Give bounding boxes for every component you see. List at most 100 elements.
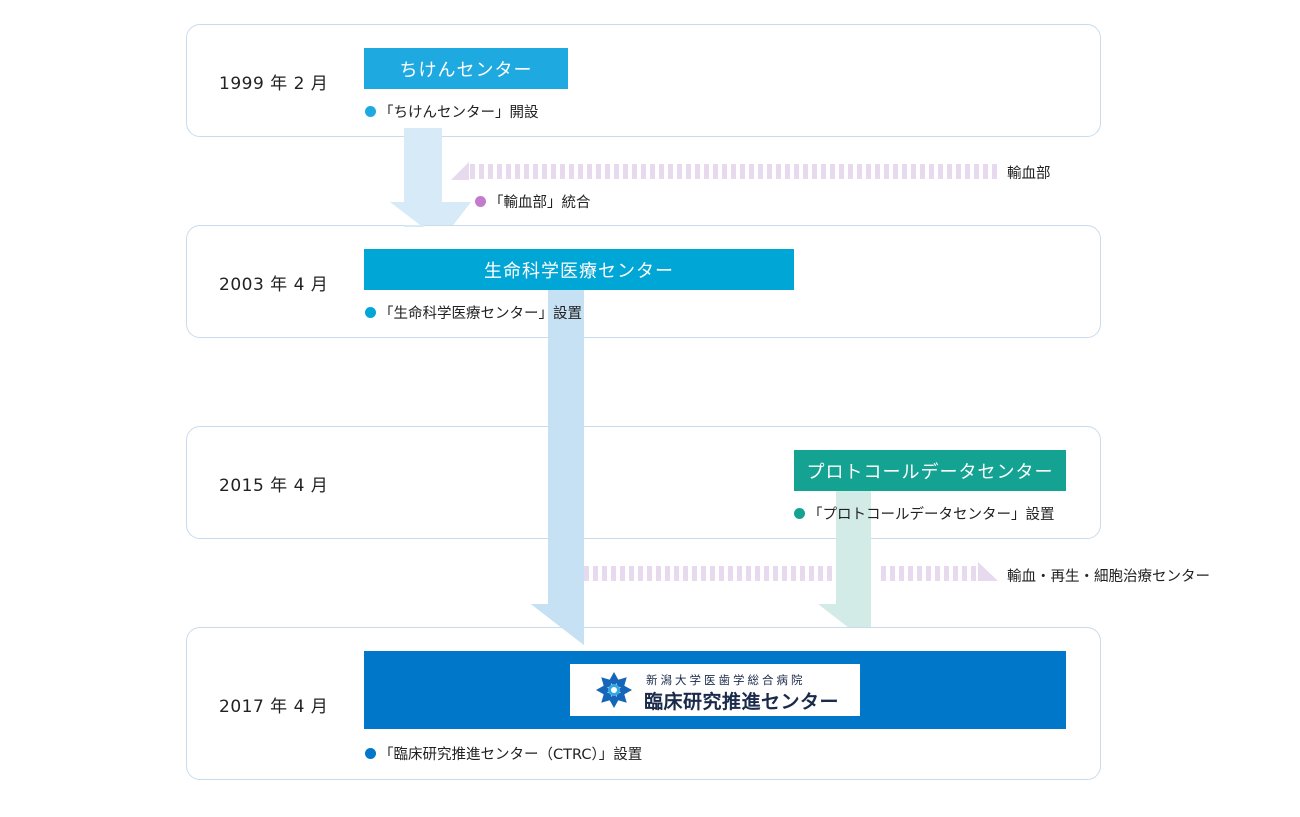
- dash-segment: [947, 164, 952, 179]
- dash-segment: [800, 566, 805, 581]
- bullet-dot: [365, 307, 376, 318]
- dash-band-merge-in: [470, 164, 997, 179]
- dash-segment: [650, 164, 655, 179]
- note-text: 「生命科学医療センター」設置: [379, 306, 582, 322]
- dash-segment: [809, 566, 814, 581]
- dash-segment: [866, 164, 871, 179]
- dash-segment: [818, 566, 823, 581]
- year-1999: 1999 年 2 月: [219, 74, 329, 94]
- logo-subtitle: 新潟大学医歯学総合病院: [646, 673, 806, 687]
- ctrc-logo-icon: [596, 672, 632, 708]
- dash-segment: [623, 164, 628, 179]
- dash-segment: [812, 164, 817, 179]
- ctrc-logo-card: 新潟大学医歯学総合病院 臨床研究推進センター: [570, 664, 860, 716]
- dash-segment: [701, 566, 706, 581]
- bar-protocol-center: プロトコールデータセンター: [794, 450, 1066, 491]
- dash-segment: [479, 164, 484, 179]
- dash-segment: [704, 164, 709, 179]
- dash-segment: [587, 164, 592, 179]
- dash-segment: [794, 164, 799, 179]
- dash-segment: [848, 164, 853, 179]
- note-text: 「輸血部」統合: [489, 195, 591, 211]
- dash-segment: [533, 164, 538, 179]
- dash-segment: [488, 164, 493, 179]
- year-2003: 2003 年 4 月: [219, 275, 329, 295]
- dash-segment: [821, 164, 826, 179]
- dash-segment: [776, 164, 781, 179]
- dash-segment: [605, 164, 610, 179]
- dash-segment: [632, 164, 637, 179]
- bar-chiken-center: ちけんセンター: [364, 48, 568, 89]
- bullet-dot: [365, 106, 376, 117]
- dash-segment: [938, 164, 943, 179]
- dash-segment: [839, 164, 844, 179]
- dash-segment: [668, 164, 673, 179]
- dash-segment: [692, 566, 697, 581]
- dash-segment: [983, 164, 988, 179]
- dash-segment: [740, 164, 745, 179]
- dash-segment: [722, 164, 727, 179]
- dash-segment: [767, 164, 772, 179]
- dash-split-out: [978, 562, 998, 581]
- dash-segment: [785, 164, 790, 179]
- note-text: 「ちけんセンター」開設: [379, 105, 539, 121]
- dash-segment: [497, 164, 502, 179]
- dash-segment: [683, 566, 688, 581]
- dash-segment: [962, 566, 967, 581]
- bullet-dot: [365, 748, 376, 759]
- dash-segment: [614, 164, 619, 179]
- bullet-dot: [794, 508, 805, 519]
- dash-segment: [596, 164, 601, 179]
- dash-segment: [620, 566, 625, 581]
- dash-segment: [602, 566, 607, 581]
- dash-segment: [953, 566, 958, 581]
- dash-segment: [578, 164, 583, 179]
- dash-segment: [506, 164, 511, 179]
- year-2017: 2017 年 4 月: [219, 697, 329, 717]
- dash-segment: [791, 566, 796, 581]
- dash-segment: [992, 164, 997, 179]
- dash-segment: [542, 164, 547, 179]
- label-transfusion-dept: 輸血部: [1007, 166, 1051, 182]
- label-transfusion-regen-center: 輸血・再生・細胞治療センター: [1007, 569, 1210, 585]
- dash-segment: [773, 566, 778, 581]
- dash-segment: [470, 164, 475, 179]
- dash-segment: [551, 164, 556, 179]
- dash-segment: [584, 566, 589, 581]
- dash-segment: [902, 164, 907, 179]
- dash-segment: [944, 566, 949, 581]
- dash-merge-in: [451, 162, 469, 180]
- dash-segment: [665, 566, 670, 581]
- note-merge: 「輸血部」統合: [475, 191, 591, 212]
- dash-segment: [830, 164, 835, 179]
- dash-segment: [569, 164, 574, 179]
- dash-segment: [926, 566, 931, 581]
- dash-segment: [674, 566, 679, 581]
- dash-segment: [629, 566, 634, 581]
- dash-segment: [881, 566, 886, 581]
- dash-segment: [641, 164, 646, 179]
- note-2003: 「生命科学医療センター」設置: [365, 302, 582, 323]
- dash-segment: [656, 566, 661, 581]
- dash-segment: [965, 164, 970, 179]
- dash-segment: [737, 566, 742, 581]
- dash-segment: [908, 566, 913, 581]
- dash-segment: [677, 164, 682, 179]
- dash-segment: [758, 164, 763, 179]
- dash-segment: [593, 566, 598, 581]
- dash-segment: [884, 164, 889, 179]
- dash-segment: [827, 566, 832, 581]
- dash-segment: [971, 566, 976, 581]
- dash-segment: [647, 566, 652, 581]
- note-text: 「プロトコールデータセンター」設置: [808, 507, 1055, 523]
- dash-segment: [755, 566, 760, 581]
- dash-segment: [713, 164, 718, 179]
- dash-segment: [719, 566, 724, 581]
- dash-segment: [749, 164, 754, 179]
- bar-seimei-center: 生命科学医療センター: [364, 249, 794, 290]
- dash-segment: [710, 566, 715, 581]
- logo-title: 臨床研究推進センター: [644, 691, 840, 713]
- dash-segment: [803, 164, 808, 179]
- note-text: 「臨床研究推進センター（CTRC）」設置: [379, 747, 643, 763]
- dash-segment: [890, 566, 895, 581]
